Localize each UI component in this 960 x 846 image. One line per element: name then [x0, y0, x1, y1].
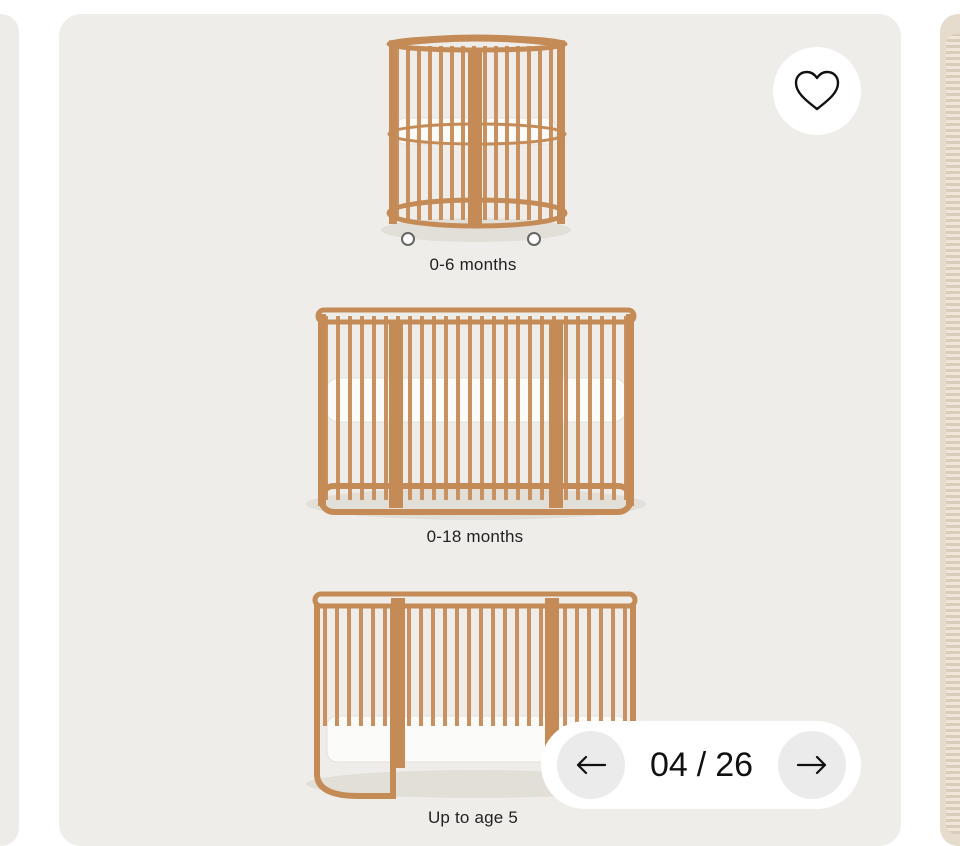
round-crib-image [381, 34, 571, 246]
slide-caption-up-to-age-5: Up to age 5 [427, 808, 519, 827]
next-image-button[interactable] [778, 731, 846, 799]
oval-crib-image [306, 307, 646, 520]
image-counter: 04 / 26 [625, 721, 778, 809]
arrow-left-icon [576, 755, 607, 775]
counter-separator: / [696, 745, 707, 784]
previous-card-peek[interactable] [0, 14, 19, 846]
arrow-right-icon [796, 755, 827, 775]
heart-outline-icon [794, 70, 840, 111]
total-count: 26 [715, 745, 754, 784]
previous-image-button[interactable] [557, 731, 625, 799]
next-card-image [946, 34, 960, 834]
slide-caption-0-6-months: 0-6 months [429, 255, 517, 274]
favorite-button[interactable] [773, 47, 861, 135]
slide-caption-0-18-months: 0-18 months [426, 527, 524, 546]
gallery-pager: 04 / 26 [541, 721, 861, 809]
next-card-peek[interactable] [940, 14, 960, 846]
current-index: 04 [649, 745, 688, 784]
